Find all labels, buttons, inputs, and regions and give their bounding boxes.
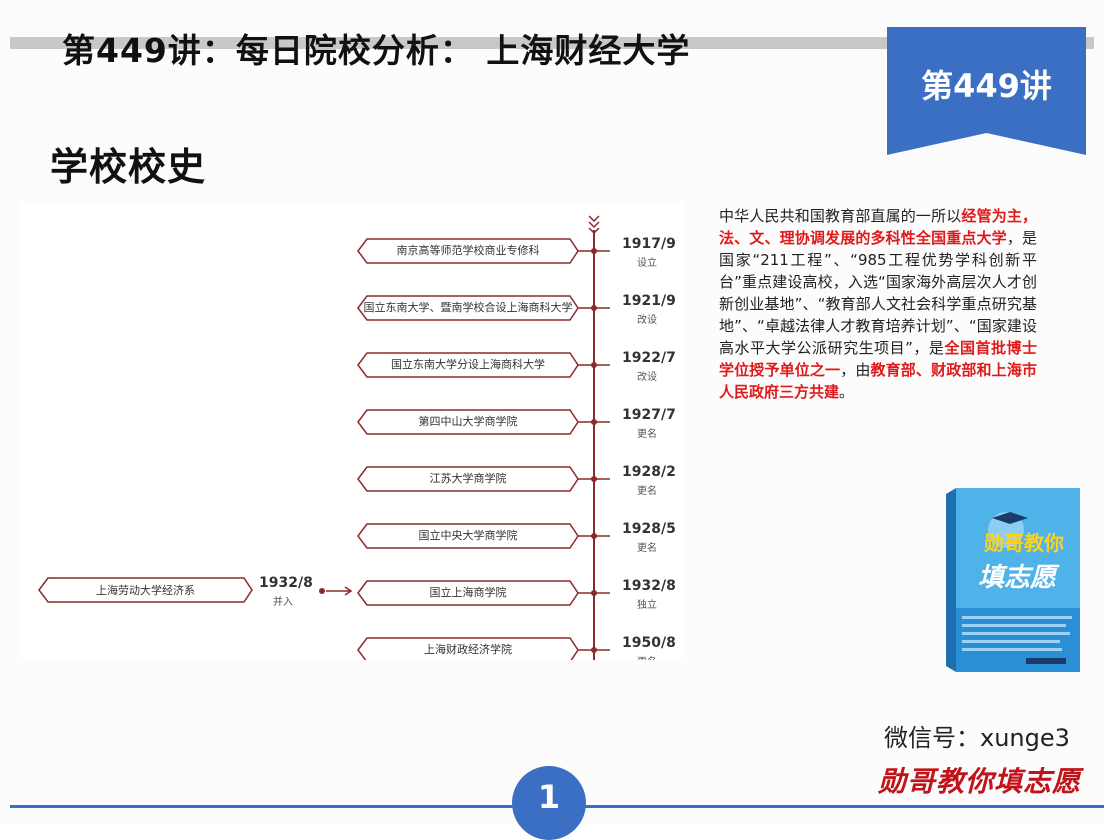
stage-year: 1932/8 [622, 578, 676, 594]
description-text: 中华人民共和国教育部直属的一所以 [719, 207, 962, 225]
merge-stage-label: 上海劳动大学经济系 [96, 584, 195, 597]
brand-signature: 勋哥教你填志愿 [878, 765, 1082, 798]
stage-label: 国立上海商学院 [429, 586, 507, 599]
history-timeline: 南京高等师范学校商业专修科 1917/9 设立国立东南大学、暨南学校合设上海商科大学… [20, 202, 684, 660]
stage-year: 1950/8 [622, 635, 676, 651]
description-text: ，由 [840, 361, 871, 379]
stage-year: 1921/9 [622, 293, 676, 309]
stage-label: 国立东南大学分设上海商科大学 [391, 358, 545, 371]
stage-label: 国立东南大学、暨南学校合设上海商科大学 [363, 301, 573, 314]
stage-status: 独立 [637, 600, 657, 611]
stage-year: 1928/2 [622, 464, 676, 480]
description-text: ，是国家“211工程”、“985工程优势学科创新平台”重点建设高校，入选“国家海… [719, 229, 1037, 357]
timeline-node [591, 533, 597, 539]
stage-year: 1917/9 [622, 236, 676, 252]
stage-label: 第四中山大学商学院 [418, 415, 518, 428]
timeline-node [591, 419, 597, 425]
lecture-badge: 第449讲 [887, 27, 1086, 155]
description-text: 。 [839, 383, 855, 401]
school-description: 中华人民共和国教育部直属的一所以经管为主，法、文、理协调发展的多科性全国重点大学… [719, 205, 1037, 403]
timeline-node [591, 305, 597, 311]
stage-label: 江苏大学商学院 [429, 472, 507, 485]
stage-status: 改设 [637, 372, 657, 383]
slide: 第449讲：每日院校分析： 上海财经大学 第449讲 学校校史 南京高等师范学校… [0, 0, 1104, 840]
timeline-node [591, 476, 597, 482]
stage-year: 1922/7 [622, 350, 676, 366]
merge-year: 1932/8 [259, 575, 313, 591]
svg-text:勋哥教你: 勋哥教你 [983, 531, 1064, 555]
stage-status: 更名 [637, 543, 657, 554]
stage-status: 更名 [637, 429, 657, 440]
svg-text:填志愿: 填志愿 [978, 563, 1060, 593]
timeline-node [591, 590, 597, 596]
page-number: 1 [537, 778, 561, 816]
lecture-badge-label: 第449讲 [921, 67, 1052, 105]
stage-status: 更名 [637, 486, 657, 497]
timeline-node [591, 248, 597, 254]
merge-status: 并入 [273, 597, 293, 608]
stage-label: 南京高等师范学校商业专修科 [396, 244, 540, 257]
timeline-node [591, 647, 597, 653]
timeline-node [591, 362, 597, 368]
stage-year: 1928/5 [622, 521, 676, 537]
stage-status: 更名 [637, 653, 657, 660]
wechat-id: 微信号：xunge3 [884, 724, 1070, 752]
stage-year: 1927/7 [622, 407, 676, 423]
stage-status: 改设 [637, 315, 657, 326]
stage-label: 上海财政经济学院 [424, 643, 512, 656]
merge-arrow-icon [319, 586, 353, 596]
book-cover-image: 勋哥教你 填志愿 [946, 488, 1080, 672]
page-title: 第449讲：每日院校分析： 上海财经大学 [62, 31, 691, 70]
stage-status: 设立 [637, 258, 657, 269]
stage-label: 国立中央大学商学院 [418, 529, 518, 542]
section-title: 学校校史 [50, 145, 207, 189]
